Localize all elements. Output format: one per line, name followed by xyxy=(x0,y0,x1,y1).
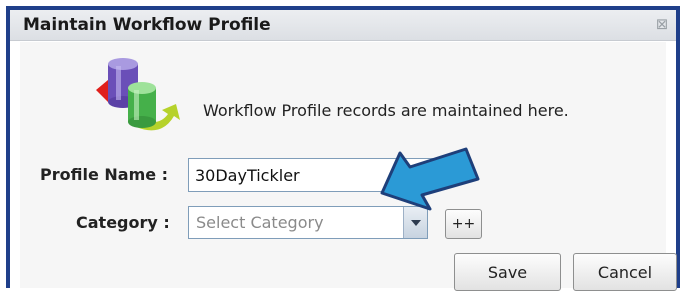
dialog-title: Maintain Workflow Profile xyxy=(23,15,271,35)
workflow-cylinders-icon xyxy=(96,58,180,131)
category-placeholder: Select Category xyxy=(196,213,324,232)
chevron-down-icon[interactable] xyxy=(403,207,427,238)
close-icon[interactable]: ⊠ xyxy=(654,16,670,32)
profile-name-label: Profile Name : xyxy=(40,165,169,184)
title-bar: Maintain Workflow Profile ⊠ xyxy=(10,10,676,41)
dialog-body: Workflow Profile records are maintained … xyxy=(20,42,677,291)
pointer-arrow-icon xyxy=(380,147,480,211)
cancel-button[interactable]: Cancel xyxy=(573,253,677,291)
category-label: Category : xyxy=(76,213,170,232)
add-category-button[interactable]: ++ xyxy=(445,209,482,239)
save-button[interactable]: Save xyxy=(454,253,561,291)
info-text: Workflow Profile records are maintained … xyxy=(203,101,569,120)
dialog-window: Maintain Workflow Profile ⊠ Workflow Pro… xyxy=(6,6,680,291)
